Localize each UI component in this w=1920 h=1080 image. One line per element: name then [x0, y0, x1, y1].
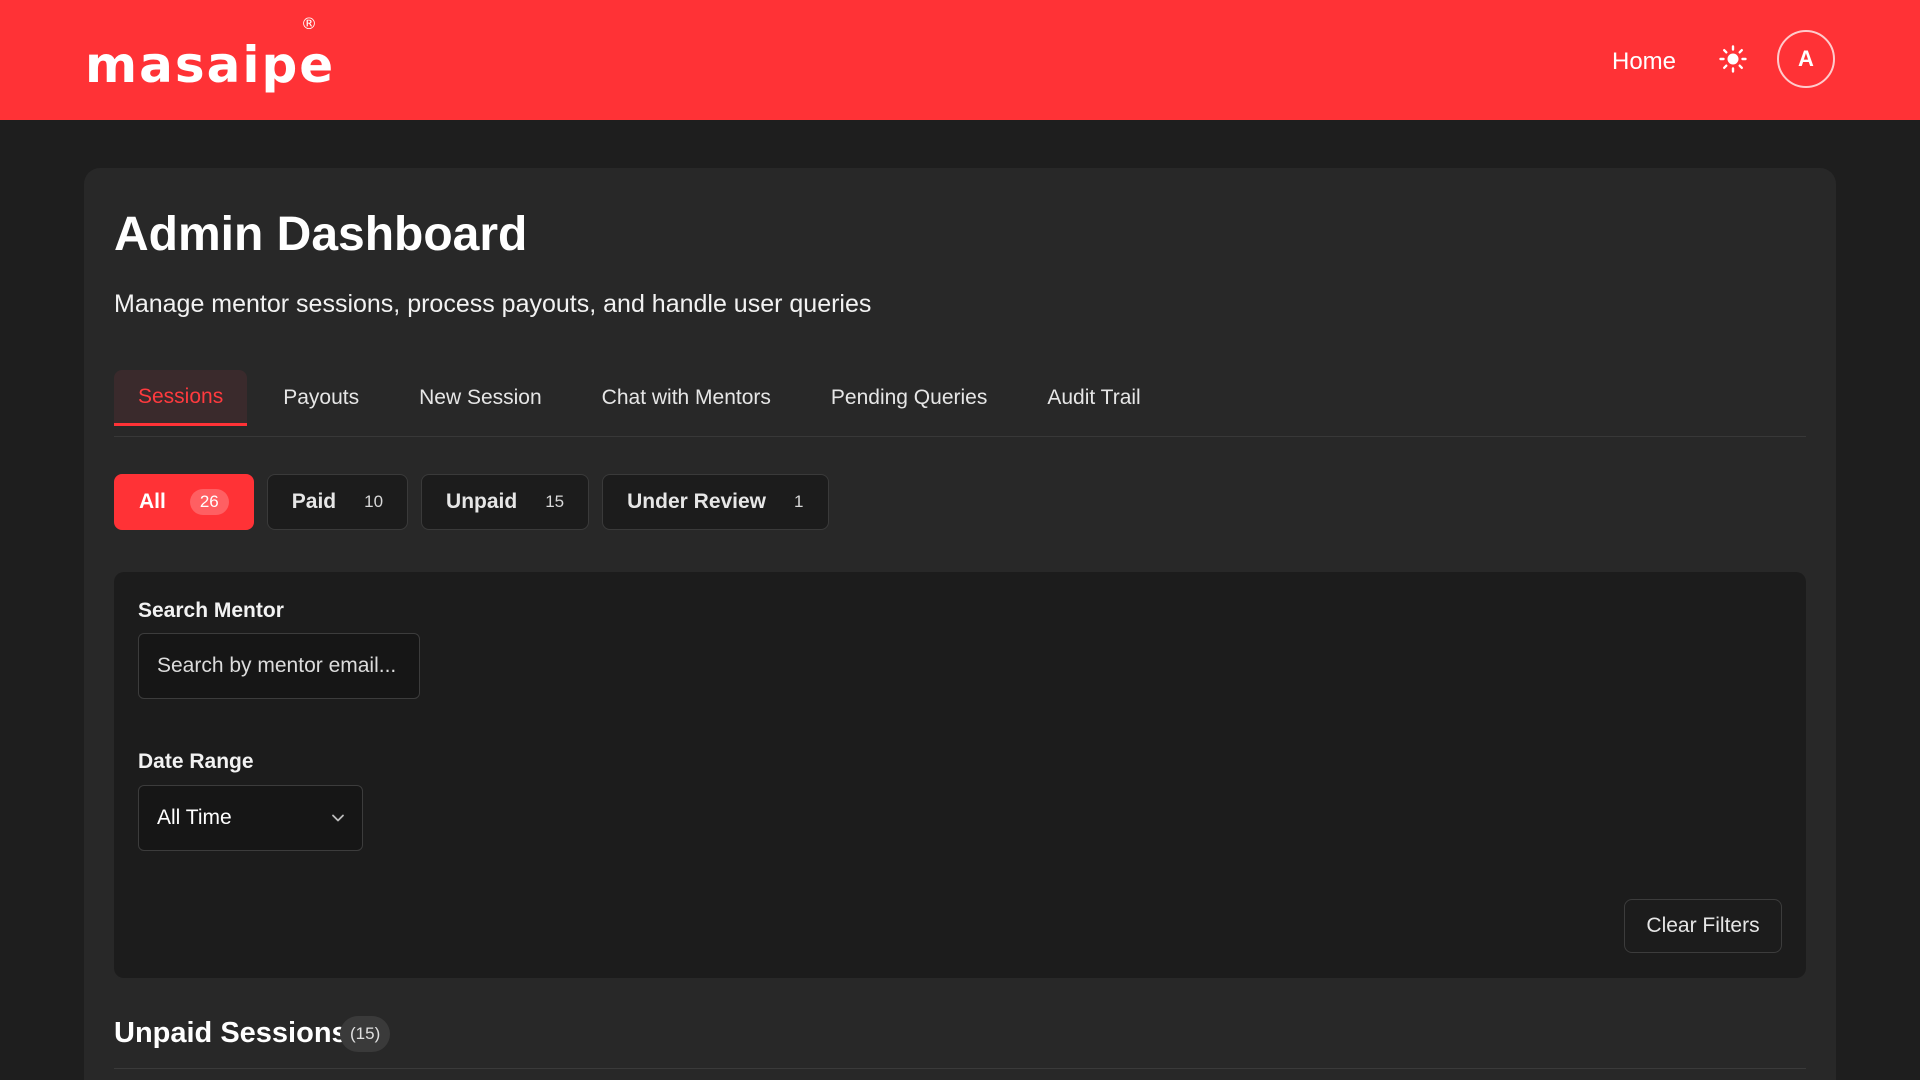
registered-mark: ® [301, 14, 317, 33]
filter-chip-count: 15 [545, 492, 565, 511]
date-range-select[interactable]: All Time [138, 785, 363, 851]
nav-home-link[interactable]: Home [1612, 48, 1676, 76]
filter-chip-label: All [139, 490, 166, 513]
unpaid-sessions-count-badge: (15) [340, 1016, 391, 1052]
date-range-value: All Time [157, 806, 232, 829]
section-divider [114, 1068, 1806, 1069]
date-range-label: Date Range [138, 750, 254, 773]
theme-toggle-button[interactable] [1716, 42, 1750, 76]
filter-chip-unpaid[interactable]: Unpaid 15 [421, 474, 590, 530]
tab-payouts[interactable]: Payouts [259, 370, 383, 426]
chevron-down-icon [332, 814, 344, 822]
status-filter-group: All 26 Paid 10 Unpaid 15 Under Review 1 [114, 474, 829, 530]
filter-chip-all[interactable]: All 26 [114, 474, 254, 530]
sun-icon [1719, 45, 1747, 73]
filter-chip-label: Under Review [627, 490, 767, 513]
filter-chip-under-review[interactable]: Under Review 1 [602, 474, 829, 530]
user-avatar-button[interactable]: A [1777, 30, 1835, 88]
dashboard-tabs: Sessions Payouts New Session Chat with M… [114, 370, 1177, 426]
logo[interactable]: masaipe [85, 36, 335, 94]
clear-filters-button[interactable]: Clear Filters [1624, 899, 1782, 953]
filter-chip-count: 10 [364, 492, 384, 511]
tab-new-session[interactable]: New Session [395, 370, 566, 426]
tab-audit-trail[interactable]: Audit Trail [1023, 370, 1164, 426]
page-title: Admin Dashboard [114, 208, 528, 261]
search-mentor-input[interactable] [138, 633, 420, 699]
filter-chip-label: Unpaid [446, 490, 518, 513]
search-mentor-label: Search Mentor [138, 599, 284, 622]
tab-chat-with-mentors[interactable]: Chat with Mentors [578, 370, 795, 426]
tabs-divider [114, 436, 1806, 437]
filter-chip-label: Paid [291, 490, 337, 513]
filter-chip-count: 26 [189, 489, 229, 515]
filter-chip-paid[interactable]: Paid 10 [266, 474, 409, 530]
unpaid-sessions-title: Unpaid Sessions [114, 1017, 348, 1049]
page-subtitle: Manage mentor sessions, process payouts,… [114, 290, 872, 318]
avatar-initial: A [1798, 46, 1814, 71]
tab-pending-queries[interactable]: Pending Queries [807, 370, 1011, 426]
tab-sessions[interactable]: Sessions [114, 370, 248, 426]
filter-chip-count: 1 [794, 492, 804, 511]
